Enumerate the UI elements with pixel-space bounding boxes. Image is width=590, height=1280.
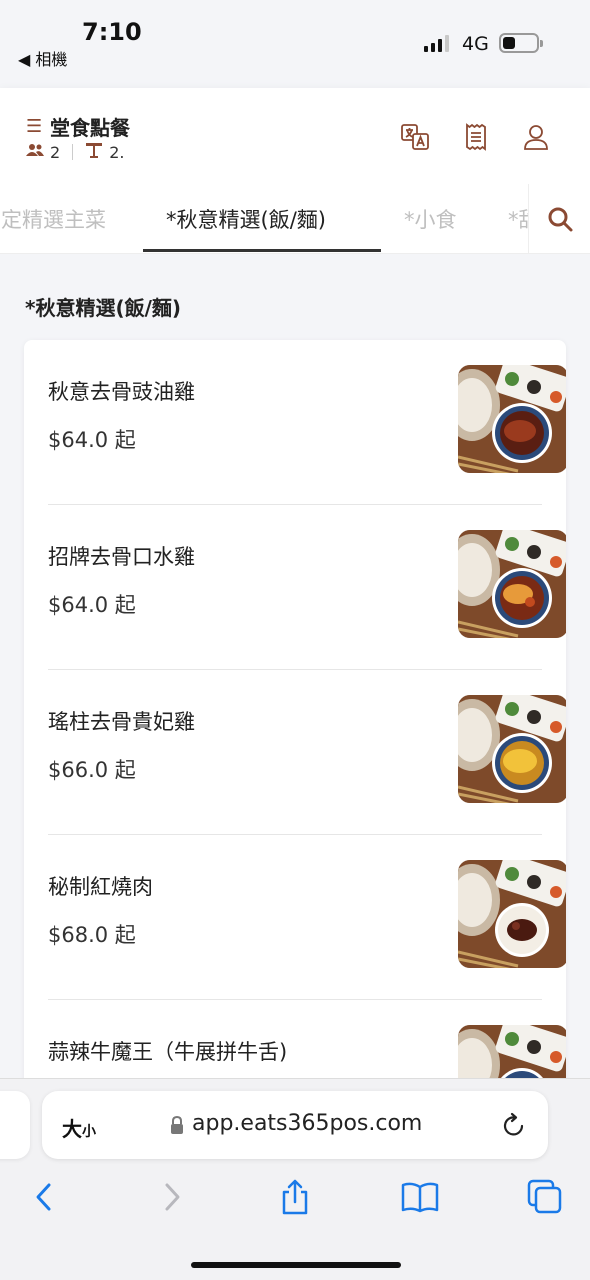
previous-tab-preview[interactable] xyxy=(0,1091,30,1159)
item-price: $66.0 起 xyxy=(48,758,136,782)
menu-item[interactable]: 秘制紅燒肉 $68.0 起 xyxy=(48,835,566,1000)
item-name: 秘制紅燒肉 xyxy=(48,875,153,899)
guests-icon xyxy=(26,143,44,161)
translate-icon[interactable] xyxy=(400,122,430,152)
bookmarks-icon[interactable] xyxy=(400,1177,440,1217)
status-time: 7:10 xyxy=(82,18,142,46)
item-photo xyxy=(458,695,566,803)
item-name: 秋意去骨豉油雞 xyxy=(48,380,195,404)
order-meta: 2 2. xyxy=(26,142,124,162)
category-tabs: 定精選主菜 *秋意精選(飯/麵) *小食 *甜 xyxy=(0,184,590,254)
forward-icon[interactable] xyxy=(152,1177,192,1217)
url-text: app.eats365pos.com xyxy=(192,1111,423,1136)
text-size-small-label: 小 xyxy=(82,1124,96,1140)
reload-icon[interactable] xyxy=(500,1111,528,1139)
item-price: $64.0 起 xyxy=(48,593,136,617)
receipt-icon[interactable] xyxy=(461,122,491,152)
item-name: 招牌去骨口水雞 xyxy=(48,545,195,569)
item-name: 瑤柱去骨貴妃雞 xyxy=(48,710,195,734)
battery-icon xyxy=(499,33,543,53)
menu-item[interactable]: 瑤柱去骨貴妃雞 $66.0 起 xyxy=(48,670,566,835)
item-price: $64.0 起 xyxy=(48,428,136,452)
meta-divider xyxy=(72,144,74,160)
item-name: 蒜辣牛魔王（牛展拼牛舌) xyxy=(48,1040,288,1064)
menu-item[interactable]: 秋意去骨豉油雞 $64.0 起 xyxy=(48,340,566,505)
section-title: *秋意精選(飯/麵) xyxy=(25,296,182,320)
active-tab-indicator xyxy=(143,249,381,252)
text-size-button[interactable]: 大小 xyxy=(62,1113,96,1142)
back-icon[interactable] xyxy=(24,1177,64,1217)
menu-item-list: 秋意去骨豉油雞 $64.0 起 招牌去骨口水雞 $64.0 起 瑤柱去骨貴妃雞 … xyxy=(24,340,566,1100)
page-title[interactable]: 堂食點餐 xyxy=(50,112,130,141)
item-price: $68.0 起 xyxy=(48,923,136,947)
search-icon[interactable] xyxy=(528,184,590,253)
lock-icon xyxy=(170,1115,184,1135)
network-type: 4G xyxy=(462,33,489,55)
share-icon[interactable] xyxy=(275,1177,315,1217)
item-photo xyxy=(458,365,566,473)
address-bar[interactable]: 大小 app.eats365pos.com xyxy=(42,1091,548,1159)
account-icon[interactable] xyxy=(521,122,551,152)
tab-main-dishes[interactable]: 定精選主菜 xyxy=(1,204,106,234)
signal-icon xyxy=(424,34,449,52)
table-icon xyxy=(85,142,103,162)
back-to-camera-link[interactable]: ◀ 相機 xyxy=(18,46,67,70)
text-size-big-label: 大 xyxy=(62,1117,82,1141)
app-header: ☰ 堂食點餐 2 2. xyxy=(0,88,590,184)
home-indicator[interactable] xyxy=(191,1262,401,1268)
tab-autumn-selection[interactable]: *秋意精選(飯/麵) xyxy=(166,204,326,234)
table-number: 2. xyxy=(109,142,125,162)
item-photo xyxy=(458,860,566,968)
guest-count: 2 xyxy=(50,142,61,162)
browser-bottom-bar: 大小 app.eats365pos.com xyxy=(0,1078,590,1280)
status-bar: 7:10 ◀ 相機 4G xyxy=(0,0,590,88)
tab-snacks[interactable]: *小食 xyxy=(404,204,457,234)
item-photo xyxy=(458,530,566,638)
tabs-icon[interactable] xyxy=(525,1177,565,1217)
menu-icon[interactable]: ☰ xyxy=(26,116,42,137)
menu-item[interactable]: 招牌去骨口水雞 $64.0 起 xyxy=(48,505,566,670)
